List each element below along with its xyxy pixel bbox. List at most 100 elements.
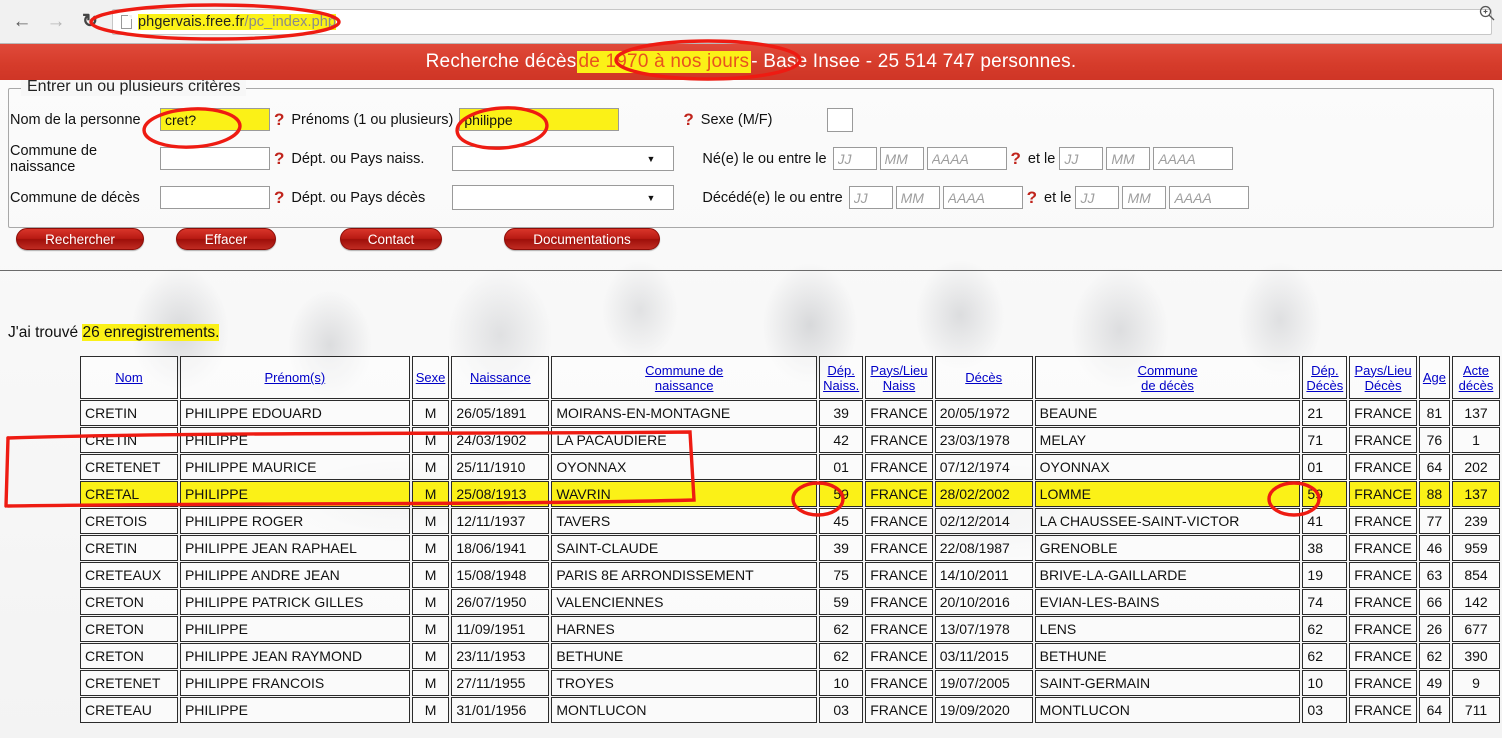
decede-et-jj-input[interactable]: [1075, 186, 1120, 209]
sexe-input[interactable]: [827, 107, 854, 132]
question-mark-icon[interactable]: ?: [274, 149, 284, 169]
column-header-naissance[interactable]: Naissance: [451, 356, 550, 399]
question-mark-icon[interactable]: ?: [1027, 188, 1037, 208]
column-header-commune-deces[interactable]: Commune de décès: [1034, 356, 1301, 399]
cell-nom-link[interactable]: CRETOIS: [80, 508, 178, 534]
sexe-label: Sexe (M/F): [700, 111, 773, 128]
question-mark-icon[interactable]: ?: [274, 110, 284, 130]
question-mark-icon[interactable]: ?: [274, 188, 284, 208]
documentations-button[interactable]: Documentations: [504, 228, 660, 250]
column-header-nom[interactable]: Nom: [80, 356, 178, 399]
column-header-pays-deces[interactable]: Pays/Lieu Décès: [1349, 356, 1417, 399]
cell-prenoms: PHILIPPE ROGER: [179, 508, 410, 534]
decede-mm-input[interactable]: [895, 186, 940, 209]
table-row[interactable]: CRETEAU PHILIPPE M 31/01/1956 MONTLUCON 03 FRA…: [80, 697, 1500, 723]
column-header-commune-naissance[interactable]: Commune de naissance: [551, 356, 818, 399]
cell-nom-link[interactable]: CRETEAU: [80, 697, 178, 723]
commune-naissance-input[interactable]: [160, 147, 270, 170]
decede-aaaa-input[interactable]: [942, 186, 1023, 209]
cell-acte: 202: [1451, 454, 1500, 480]
column-header-pays-naiss[interactable]: Pays/Lieu Naiss: [865, 356, 933, 399]
cell-age: 62: [1418, 643, 1450, 669]
cell-pays_deces: FRANCE: [1349, 400, 1417, 426]
ne-et-mm-input[interactable]: [1106, 147, 1151, 170]
cell-nom-link[interactable]: CRETON: [80, 616, 178, 642]
cell-naissance: 12/11/1937: [451, 508, 550, 534]
cell-nom-link[interactable]: CRETEAUX: [80, 562, 178, 588]
cell-pays_naiss: FRANCE: [865, 616, 933, 642]
table-row[interactable]: CRETAL PHILIPPE M 25/08/1913 WAVRIN 59 FRANCE 2…: [80, 481, 1500, 507]
question-mark-icon[interactable]: ?: [683, 110, 693, 130]
effacer-button[interactable]: Effacer: [176, 228, 276, 250]
reload-icon[interactable]: ↻: [78, 10, 102, 34]
column-header-prenoms[interactable]: Prénom(s): [179, 356, 410, 399]
cell-nom-link[interactable]: CRETON: [80, 589, 178, 615]
search-form: Nom de la personne ? Prénoms (1 ou plusi…: [10, 100, 1502, 217]
column-header-age[interactable]: Age: [1418, 356, 1450, 399]
cell-pays_deces: FRANCE: [1349, 670, 1417, 696]
cell-commune_deces: LOMME: [1034, 481, 1301, 507]
cell-nom-link[interactable]: CRETIN: [80, 427, 178, 453]
cell-dep_naiss: 45: [819, 508, 864, 534]
rechercher-button[interactable]: Rechercher: [16, 228, 144, 250]
cell-commune_deces: BETHUNE: [1034, 643, 1301, 669]
cell-commune_deces: EVIAN-LES-BAINS: [1034, 589, 1301, 615]
magnifier-icon[interactable]: [1478, 4, 1496, 22]
found-prefix: J'ai trouvé: [8, 324, 83, 341]
dept-deces-select[interactable]: [452, 185, 675, 210]
ne-aaaa-input[interactable]: [926, 147, 1007, 170]
cell-prenoms: PHILIPPE: [179, 616, 410, 642]
ne-et-aaaa-input[interactable]: [1153, 147, 1234, 170]
forward-arrow-icon[interactable]: →: [44, 10, 68, 34]
table-row[interactable]: CRETENET PHILIPPE MAURICE M 25/11/1910 OYONN…: [80, 454, 1500, 480]
table-row[interactable]: CRETOIS PHILIPPE ROGER M 12/11/1937 TAVERS 45…: [80, 508, 1500, 534]
cell-nom-link[interactable]: CRETIN: [80, 400, 178, 426]
table-row[interactable]: CRETIN PHILIPPE M 24/03/1902 LA PACAUDIERE 42…: [80, 427, 1500, 453]
commune-deces-input[interactable]: [160, 186, 270, 209]
contact-button[interactable]: Contact: [340, 228, 442, 250]
table-row[interactable]: CRETIN PHILIPPE JEAN RAPHAEL M 18/06/1941 SA…: [80, 535, 1500, 561]
cell-pays_deces: FRANCE: [1349, 616, 1417, 642]
decede-jj-input[interactable]: [848, 186, 893, 209]
question-mark-icon[interactable]: ?: [1011, 149, 1021, 169]
column-header-dep-deces[interactable]: Dép. Décès: [1302, 356, 1348, 399]
cell-dep_naiss: 01: [819, 454, 864, 480]
table-row[interactable]: CRETON PHILIPPE PATRICK GILLES M 26/07/1950…: [80, 589, 1500, 615]
cell-commune_deces: LENS: [1034, 616, 1301, 642]
column-header-deces[interactable]: Décès: [934, 356, 1033, 399]
table-header-row: Nom Prénom(s) Sexe Naissance Commune de n…: [80, 356, 1500, 399]
cell-nom-link[interactable]: CRETON: [80, 643, 178, 669]
cell-dep_naiss: 59: [819, 481, 864, 507]
nom-input[interactable]: [160, 108, 270, 131]
cell-nom-link[interactable]: CRETIN: [80, 535, 178, 561]
table-row[interactable]: CRETEAUX PHILIPPE ANDRE JEAN M 15/08/1948 PA…: [80, 562, 1500, 588]
ne-jj-input[interactable]: [832, 147, 877, 170]
banner-text-1: Recherche décès: [425, 51, 577, 72]
ne-mm-input[interactable]: [879, 147, 924, 170]
column-header-acte-deces[interactable]: Acte décès: [1451, 356, 1500, 399]
cell-nom-link[interactable]: CRETENET: [80, 670, 178, 696]
column-header-sexe[interactable]: Sexe: [411, 356, 450, 399]
ne-et-jj-input[interactable]: [1059, 147, 1104, 170]
cell-age: 77: [1418, 508, 1450, 534]
decede-et-mm-input[interactable]: [1122, 186, 1167, 209]
ne-label: Né(e) le ou entre le: [702, 150, 827, 167]
prenoms-input[interactable]: [459, 108, 620, 131]
cell-pays_deces: FRANCE: [1349, 589, 1417, 615]
address-bar[interactable]: phgervais.free.fr/pc_index.php: [112, 8, 1492, 35]
column-header-dep-naiss[interactable]: Dép. Naiss.: [819, 356, 864, 399]
table-row[interactable]: CRETENET PHILIPPE FRANCOIS M 27/11/1955 TROY…: [80, 670, 1500, 696]
cell-nom-link[interactable]: CRETAL: [80, 481, 178, 507]
cell-sexe: M: [411, 454, 450, 480]
table-row[interactable]: CRETIN PHILIPPE EDOUARD M 26/05/1891 MOIRANS…: [80, 400, 1500, 426]
criteria-legend: Entrer un ou plusieurs critères: [21, 80, 247, 96]
table-row[interactable]: CRETON PHILIPPE JEAN RAYMOND M 23/11/1953 BE…: [80, 643, 1500, 669]
table-row[interactable]: CRETON PHILIPPE M 11/09/1951 HARNES 62 FRANCE 1…: [80, 616, 1500, 642]
back-arrow-icon[interactable]: ←: [10, 10, 34, 34]
url-path: /pc_index.php: [244, 13, 337, 30]
cell-commune_naissance: MONTLUCON: [551, 697, 818, 723]
cell-nom-link[interactable]: CRETENET: [80, 454, 178, 480]
dept-naiss-select[interactable]: [452, 146, 675, 171]
cell-age: 76: [1418, 427, 1450, 453]
decede-et-aaaa-input[interactable]: [1169, 186, 1250, 209]
